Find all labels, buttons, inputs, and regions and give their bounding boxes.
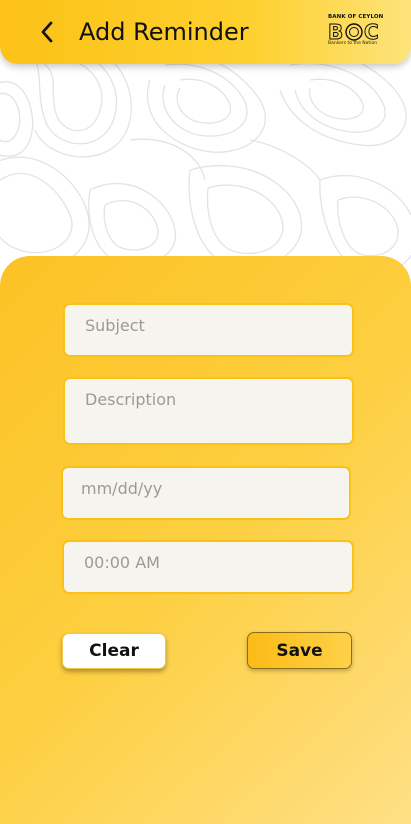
svg-text:B: B (328, 20, 343, 42)
description-placeholder: Description (85, 390, 177, 409)
logo-tagline: Bankers to the Nation (328, 41, 378, 46)
svg-text:C: C (364, 20, 379, 42)
save-button[interactable]: Save (247, 632, 352, 669)
boc-mark: B C (328, 20, 380, 42)
back-button[interactable] (36, 18, 60, 46)
subject-placeholder: Subject (85, 316, 145, 335)
clear-button[interactable]: Clear (62, 633, 166, 669)
topographic-background (0, 40, 411, 274)
subject-input[interactable]: Subject (63, 303, 354, 357)
page-title: Add Reminder (79, 18, 249, 46)
boc-logo: BANK OF CEYLON B C Bankers to the Nation (325, 14, 385, 50)
description-input[interactable]: Description (63, 377, 354, 445)
time-input[interactable]: 00:00 AM (62, 540, 354, 594)
time-placeholder: 00:00 AM (84, 553, 160, 572)
date-placeholder: mm/dd/yy (81, 479, 163, 498)
app-header: Add Reminder BANK OF CEYLON B C Bankers … (0, 0, 411, 64)
date-input[interactable]: mm/dd/yy (61, 466, 351, 520)
chevron-left-icon (41, 21, 53, 43)
